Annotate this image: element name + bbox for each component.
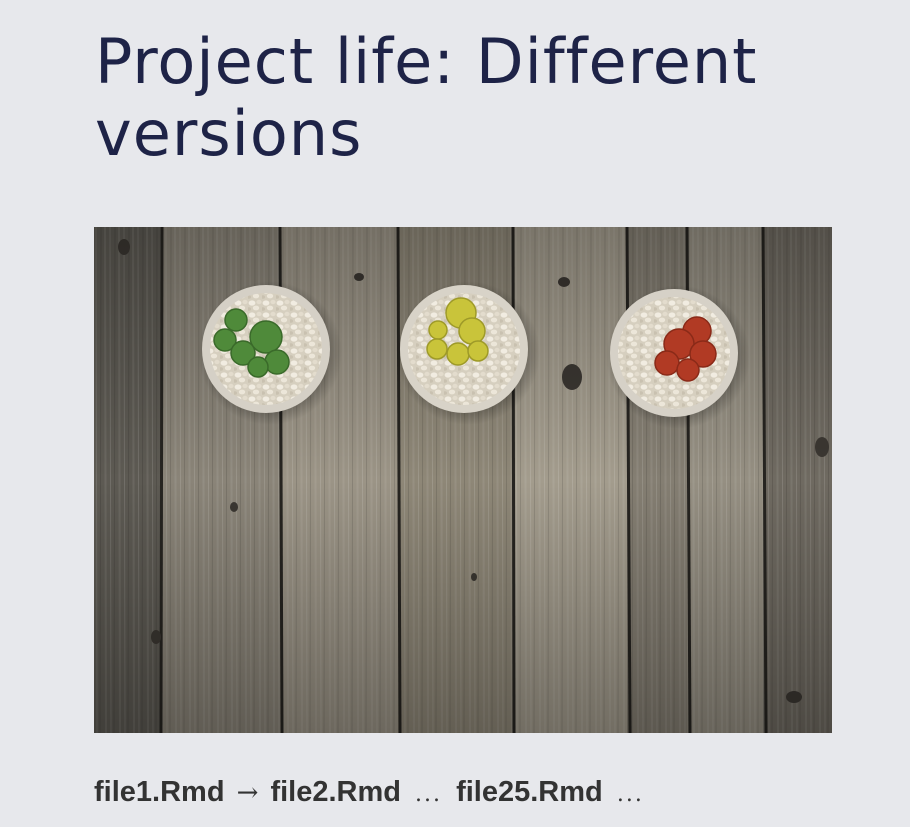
caption: file1.Rmd → file2.Rmd ... file25.Rmd ... [94,772,650,815]
caption-ellipsis-2: ... [616,782,644,807]
cacti-photo [94,227,832,733]
slide-title: Project life: Different versions [95,25,758,170]
caption-file1: file1.Rmd [94,776,225,808]
caption-ellipsis-1: ... [415,782,443,807]
caption-file2: file2.Rmd [270,776,401,808]
caption-arrow: → [236,778,259,808]
caption-file25: file25.Rmd [456,776,603,808]
slide: Project life: Different versions file1.R… [0,0,910,827]
